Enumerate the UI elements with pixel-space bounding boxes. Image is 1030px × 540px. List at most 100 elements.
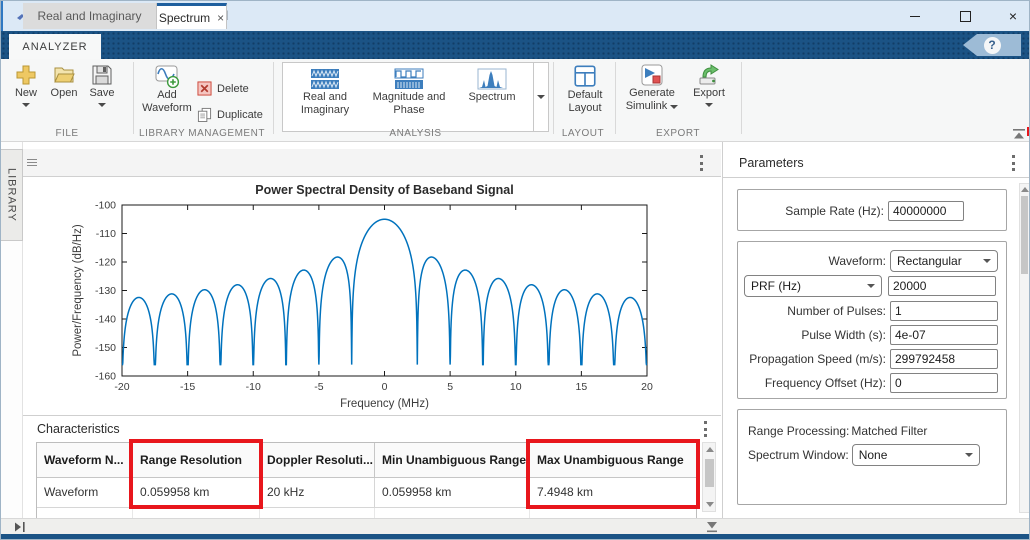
svg-text:-150: -150	[95, 342, 116, 354]
scroll-up-icon[interactable]	[706, 447, 714, 452]
add-waveform-icon	[154, 63, 180, 89]
add-waveform-button[interactable]: Add Waveform	[139, 63, 195, 115]
analysis-gallery-dropdown[interactable]	[534, 62, 549, 132]
spectrum-icon	[476, 67, 508, 91]
svg-text:-160: -160	[95, 371, 116, 383]
prf-input[interactable]	[888, 276, 996, 296]
pulse-width-input[interactable]	[890, 325, 998, 345]
column-header[interactable]: Max Unambiguous Range	[530, 443, 696, 478]
spectrum-plot-panel: -20-15-10-505101520-100-110-120-130-140-…	[23, 177, 721, 415]
default-layout-icon	[572, 63, 598, 89]
characteristics-title: Characteristics	[37, 422, 120, 436]
maximize-button[interactable]	[945, 1, 985, 31]
propagation-speed-input[interactable]	[890, 349, 998, 369]
dropdown-caret-icon	[867, 284, 875, 288]
svg-text:-100: -100	[95, 200, 116, 212]
scrollbar-thumb[interactable]	[705, 459, 714, 487]
open-folder-icon	[52, 63, 76, 87]
tab-analyzer[interactable]: ANALYZER	[9, 34, 101, 59]
default-layout-button[interactable]: Default Layout	[559, 63, 611, 115]
svg-text:0: 0	[382, 381, 388, 393]
prf-dropdown[interactable]: PRF (Hz)	[744, 275, 882, 297]
open-button[interactable]: Open	[47, 63, 81, 100]
minimize-button[interactable]	[895, 1, 935, 31]
window-frame-bottom	[1, 534, 1030, 540]
scrollbar-thumb[interactable]	[1021, 196, 1028, 274]
frequency-offset-input[interactable]	[890, 373, 998, 393]
spectrum-window-dropdown[interactable]: None	[852, 444, 980, 466]
characteristics-menu-icon[interactable]	[703, 421, 707, 437]
section-label-analysis: ANALYSIS	[282, 128, 549, 139]
save-button[interactable]: Save	[85, 63, 119, 107]
duplicate-button[interactable]: Duplicate	[197, 107, 263, 122]
new-button[interactable]: New	[9, 63, 43, 107]
magnitude-and-phase-button[interactable]: Magnitude and Phase	[367, 63, 451, 131]
parameters-scrollbar[interactable]	[1019, 183, 1030, 513]
maximize-icon	[960, 11, 971, 22]
frequency-offset-label: Frequency Offset (Hz):	[744, 376, 890, 390]
svg-text:-140: -140	[95, 314, 116, 326]
waveform-dropdown[interactable]: Rectangular	[890, 250, 998, 272]
delete-button[interactable]: Delete	[197, 81, 249, 96]
table-cell: 7.4948 km	[530, 478, 696, 508]
collapse-ribbon-icon[interactable]	[1011, 128, 1027, 140]
svg-text:-15: -15	[180, 381, 195, 393]
sample-rate-label: Sample Rate (Hz):	[744, 204, 888, 218]
range-processing-value: Matched Filter	[851, 424, 927, 438]
section-divider	[741, 62, 742, 134]
number-of-pulses-input[interactable]	[890, 301, 998, 321]
section-divider	[273, 62, 274, 134]
svg-text:Power Spectral Density of Base: Power Spectral Density of Baseband Signa…	[255, 183, 513, 197]
dropdown-caret-icon	[965, 453, 973, 457]
new-plus-icon	[14, 63, 38, 87]
svg-text:10: 10	[510, 381, 522, 393]
spectrum-window-label: Spectrum Window:	[748, 448, 849, 462]
delete-x-icon	[197, 81, 212, 96]
parameters-menu-icon[interactable]	[1011, 155, 1015, 171]
close-tab-icon[interactable]: ×	[217, 11, 224, 25]
scroll-down-icon[interactable]	[706, 502, 714, 507]
tab-grip-icon[interactable]	[27, 155, 37, 169]
table-scrollbar[interactable]	[702, 442, 716, 512]
app-window: Pulse Waveform Analyzer-untitled × ANALY…	[0, 0, 1030, 540]
close-button[interactable]: ×	[993, 1, 1030, 31]
help-button[interactable]: ?	[963, 34, 1021, 56]
parameters-header: Parameters	[723, 149, 1030, 178]
svg-text:-10: -10	[246, 381, 261, 393]
expand-panel-icon[interactable]	[13, 521, 27, 533]
dropdown-caret-icon	[705, 103, 713, 107]
svg-text:-20: -20	[114, 381, 129, 393]
tab-spectrum[interactable]: Spectrum×	[157, 3, 227, 29]
duplicate-pages-icon	[197, 107, 212, 122]
section-label-export: EXPORT	[615, 128, 741, 139]
real-imaginary-icon	[309, 67, 341, 91]
dropdown-caret-icon	[22, 103, 30, 107]
dropdown-caret-icon	[98, 103, 106, 107]
column-header[interactable]: Waveform N...	[37, 443, 133, 478]
svg-text:5: 5	[447, 381, 453, 393]
table-cell: Waveform	[37, 478, 133, 508]
collapse-panel-icon[interactable]	[704, 521, 720, 533]
range-processing-label: Range Processing:	[748, 424, 849, 438]
scroll-up-icon[interactable]	[1021, 187, 1029, 192]
waveform-group: Waveform: Rectangular PRF (Hz) Number of…	[737, 241, 1007, 399]
column-header[interactable]: Range Resolution	[133, 443, 260, 478]
question-mark-icon: ?	[984, 37, 1001, 54]
svg-text:-130: -130	[95, 285, 116, 297]
dropdown-caret-icon	[670, 105, 678, 109]
analysis-gallery: Real and Imaginary Magnitude and Phase S…	[282, 62, 534, 132]
column-header[interactable]: Min Unambiguous Range	[375, 443, 530, 478]
psd-plot-canvas[interactable]: -20-15-10-505101520-100-110-120-130-140-…	[23, 177, 721, 415]
column-header[interactable]: Doppler Resoluti...	[260, 443, 375, 478]
section-label-library-management: LIBRARY MANAGEMENT	[133, 128, 271, 139]
export-button[interactable]: Export	[687, 63, 731, 107]
sample-rate-input[interactable]	[888, 201, 964, 221]
real-and-imaginary-button[interactable]: Real and Imaginary	[283, 63, 367, 131]
spectrum-button[interactable]: Spectrum	[451, 63, 533, 131]
sample-rate-group: Sample Rate (Hz):	[737, 189, 1007, 231]
section-divider	[133, 62, 134, 134]
tab-real-and-imaginary[interactable]: Real and Imaginary	[23, 3, 157, 29]
tab-bar-menu-icon[interactable]	[699, 155, 703, 171]
generate-simulink-button[interactable]: Generate Simulink	[621, 63, 683, 113]
sidebar-tab-library[interactable]: LIBRARY	[1, 149, 23, 241]
